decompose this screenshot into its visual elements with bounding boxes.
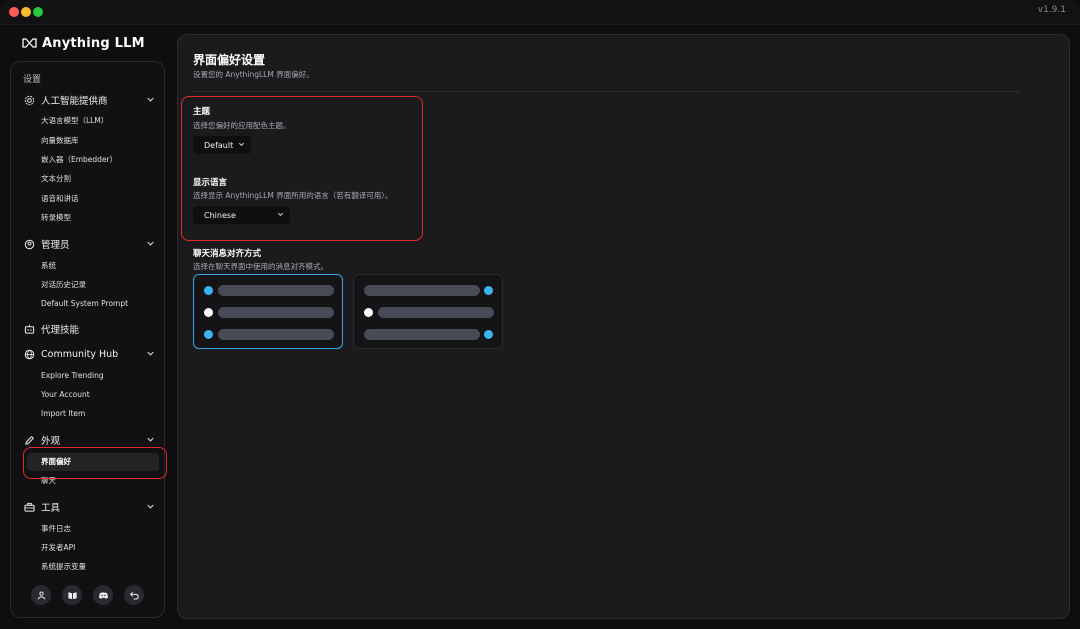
theme-select[interactable]: Default bbox=[193, 136, 251, 154]
message-bar bbox=[378, 307, 494, 318]
sidebar-item-explore-trending[interactable]: Explore Trending bbox=[41, 369, 159, 383]
message-bar bbox=[364, 329, 480, 340]
sidebar-item-llm[interactable]: 大语言模型（LLM） bbox=[41, 114, 159, 128]
sidebar-group-ai-providers[interactable]: 人工智能提供商 bbox=[24, 92, 155, 108]
gear-icon bbox=[24, 95, 35, 106]
language-description: 选择显示 AnythingLLM 界面所用的语言（若有翻译可用）。 bbox=[193, 191, 393, 200]
language-select-value: Chinese bbox=[204, 210, 236, 220]
sidebar-item-chat-history[interactable]: 对话历史记录 bbox=[41, 278, 159, 292]
sidebar-item-your-account[interactable]: Your Account bbox=[41, 388, 159, 402]
app-version: v1.9.1 bbox=[1037, 5, 1066, 15]
chevron-down-icon bbox=[147, 437, 154, 442]
message-bar bbox=[218, 285, 334, 296]
message-bar bbox=[364, 285, 480, 296]
sidebar-item-chat[interactable]: 聊天 bbox=[41, 474, 159, 488]
message-avatar-dot bbox=[484, 286, 493, 295]
page-title: 界面偏好设置 bbox=[193, 53, 266, 67]
sidebar-item-import-item[interactable]: Import Item bbox=[41, 407, 159, 421]
interface-preferences-panel: 界面偏好设置 设置您的 AnythingLLM 界面偏好。 主题 选择您偏好的应… bbox=[177, 34, 1070, 619]
sidebar-item-interface-preferences[interactable]: 界面偏好 bbox=[27, 453, 159, 471]
sidebar-item-embedder[interactable]: 嵌入器（Embedder） bbox=[41, 153, 159, 167]
community-button[interactable] bbox=[31, 585, 51, 605]
app-window: v1.9.1 Anything LLM 设置 人工智能提供商 大语言模型（LLM… bbox=[0, 0, 1080, 629]
pencil-icon bbox=[24, 435, 35, 446]
discord-icon bbox=[98, 591, 108, 599]
sidebar-item-system[interactable]: 系统 bbox=[41, 259, 159, 273]
sidebar-group-label: 工具 bbox=[41, 503, 61, 514]
settings-sidebar: 设置 人工智能提供商 大语言模型（LLM） 向量数据库 嵌入器（Embedder… bbox=[10, 61, 165, 618]
anything-llm-logo-icon bbox=[22, 38, 37, 48]
discord-button[interactable] bbox=[93, 585, 113, 605]
chevron-down-icon bbox=[238, 142, 245, 147]
community-icon bbox=[36, 591, 46, 599]
language-select[interactable]: Chinese bbox=[193, 206, 290, 224]
sidebar-group-label: Community Hub bbox=[41, 348, 119, 360]
brand-logo: Anything LLM bbox=[22, 34, 145, 52]
theme-title: 主题 bbox=[193, 107, 211, 117]
sidebar-group-label: 外观 bbox=[41, 436, 61, 447]
section-divider bbox=[193, 91, 1019, 92]
docs-book-icon bbox=[67, 591, 77, 599]
sidebar-item-vector-db[interactable]: 向量数据库 bbox=[41, 134, 159, 148]
theme-description: 选择您偏好的应用配色主题。 bbox=[193, 121, 291, 130]
sidebar-group-label: 管理员 bbox=[41, 240, 70, 251]
sidebar-group-admin[interactable]: 管理员 bbox=[24, 236, 155, 252]
back-arrow-icon bbox=[129, 591, 139, 599]
message-avatar-dot bbox=[364, 308, 373, 317]
message-bar bbox=[218, 329, 334, 340]
maximize-window-button[interactable] bbox=[33, 7, 43, 17]
alignment-option-left[interactable] bbox=[193, 274, 343, 349]
message-bar bbox=[218, 307, 334, 318]
title-bar: v1.9.1 bbox=[0, 0, 1080, 25]
toolbox-icon bbox=[24, 502, 35, 513]
message-avatar-dot bbox=[204, 330, 213, 339]
sidebar-group-appearance[interactable]: 外观 bbox=[24, 432, 155, 448]
chevron-down-icon bbox=[147, 351, 154, 356]
sidebar-group-label: 代理技能 bbox=[41, 325, 80, 336]
message-avatar-dot bbox=[484, 330, 493, 339]
chevron-down-icon bbox=[277, 212, 284, 217]
chevron-down-icon bbox=[147, 97, 154, 102]
docs-button[interactable] bbox=[62, 585, 82, 605]
sidebar-group-agent-skills[interactable]: 代理技能 bbox=[24, 321, 155, 337]
alignment-title: 聊天消息对齐方式 bbox=[193, 249, 262, 259]
sidebar-item-transcription[interactable]: 转录模型 bbox=[41, 211, 159, 225]
close-window-button[interactable] bbox=[9, 7, 19, 17]
theme-select-value: Default bbox=[204, 140, 234, 150]
sidebar-item-system-prompt-variables[interactable]: 系统提示变量 bbox=[41, 560, 159, 574]
globe-icon bbox=[24, 349, 35, 360]
chevron-down-icon bbox=[147, 241, 154, 246]
sidebar-item-default-system-prompt[interactable]: Default System Prompt bbox=[41, 297, 159, 311]
user-gear-icon bbox=[24, 239, 35, 250]
sidebar-heading: 设置 bbox=[23, 75, 42, 85]
sidebar-item-voice-speech[interactable]: 语音和讲话 bbox=[41, 192, 159, 206]
page-subtitle: 设置您的 AnythingLLM 界面偏好。 bbox=[193, 70, 314, 79]
language-title: 显示语言 bbox=[193, 178, 228, 188]
robot-icon bbox=[24, 324, 35, 335]
sidebar-group-community-hub[interactable]: Community Hub bbox=[24, 346, 155, 362]
sidebar-item-event-logs[interactable]: 事件日志 bbox=[41, 522, 159, 536]
message-avatar-dot bbox=[204, 308, 213, 317]
sidebar-item-text-splitting[interactable]: 文本分割 bbox=[41, 172, 159, 186]
message-avatar-dot bbox=[204, 286, 213, 295]
minimize-window-button[interactable] bbox=[21, 7, 31, 17]
sidebar-group-tools[interactable]: 工具 bbox=[24, 499, 155, 515]
brand-name: Anything LLM bbox=[42, 35, 145, 51]
alignment-option-left-right[interactable] bbox=[353, 274, 503, 349]
sidebar-item-developer-api[interactable]: 开发者API bbox=[41, 541, 159, 555]
back-button[interactable] bbox=[124, 585, 144, 605]
sidebar-group-label: 人工智能提供商 bbox=[41, 96, 108, 107]
chevron-down-icon bbox=[147, 504, 154, 509]
alignment-description: 选择在聊天界面中使用的消息对齐模式。 bbox=[193, 262, 328, 271]
